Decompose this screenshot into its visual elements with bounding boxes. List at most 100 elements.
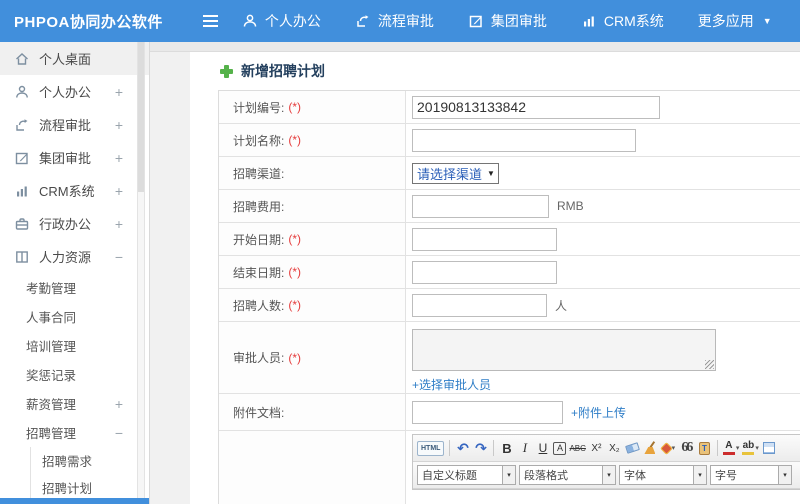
end-date-input[interactable] — [412, 260, 557, 284]
form-row-approvers: 审批人员: (*) +选择审批人员 — [219, 322, 800, 394]
collapse-minus-icon[interactable]: − — [115, 250, 123, 264]
attachment-upload-link[interactable]: +附件上传 — [571, 404, 626, 421]
nav-personal-office[interactable]: 个人办公 — [242, 11, 321, 31]
sidebar-item-label: 个人桌面 — [39, 52, 92, 67]
char-border-button[interactable]: A — [553, 441, 567, 455]
sidebar-item-hr-contract[interactable]: 人事合同 — [0, 302, 149, 331]
select-approvers-link[interactable]: +选择审批人员 — [412, 376, 491, 393]
field-label: 审批人员: — [233, 351, 285, 365]
app-logo[interactable]: PHPOA协同办公软件 — [0, 11, 177, 32]
sidebar-item-label: 人力资源 — [39, 250, 92, 265]
auto-typeset-button[interactable]: ▾ — [659, 439, 676, 458]
paste-text-button[interactable]: T — [697, 439, 712, 458]
sidebar: 个人桌面 个人办公 + 流程审批 + 集团审批 + CRM系统 + 行政办公 +… — [0, 42, 150, 504]
form-row-content-editor: HTML ↶ ↷ B I U A ABC X² X₂ ▾ 66 T A ▾ ab… — [219, 431, 800, 504]
attachment-input[interactable] — [412, 400, 563, 424]
font-color-button[interactable]: A ▾ — [722, 439, 740, 458]
book-icon — [14, 249, 30, 265]
custom-title-select[interactable]: 自定义标题 ▾ — [417, 465, 516, 485]
form-row-headcount: 招聘人数: (*) 人 — [219, 289, 800, 322]
resize-grip-icon[interactable] — [705, 360, 714, 369]
sidebar-item-recruit-plan[interactable]: 招聘计划 — [31, 474, 149, 501]
sidebar-item-admin-office[interactable]: 行政办公 + — [0, 207, 149, 240]
expand-plus-icon[interactable]: + — [115, 397, 123, 411]
sidebar-item-group-approval[interactable]: 集团审批 + — [0, 141, 149, 174]
nav-crm-system[interactable]: CRM系统 — [581, 11, 664, 31]
subscript-button[interactable]: X₂ — [607, 439, 622, 458]
main-content: 新增招聘计划 计划编号: (*) 计划名称: — [150, 42, 800, 504]
page-title: 新增招聘计划 — [220, 60, 800, 82]
expand-plus-icon[interactable]: + — [115, 151, 123, 165]
nav-label: CRM系统 — [603, 13, 664, 29]
sidebar-scrollbar[interactable] — [137, 42, 145, 504]
sidebar-item-desktop[interactable]: 个人桌面 — [0, 42, 149, 75]
blockquote-button[interactable]: 66 — [679, 439, 694, 458]
caret-down-icon: ▾ — [735, 445, 740, 452]
menu-toggle-icon[interactable] — [202, 15, 218, 27]
bold-button[interactable]: B — [499, 439, 514, 458]
start-date-input[interactable] — [412, 227, 557, 251]
form-row-attachment: 附件文档: +附件上传 — [219, 394, 800, 431]
collapse-minus-icon[interactable]: − — [115, 426, 123, 440]
required-mark: (*) — [288, 100, 302, 114]
sidebar-item-recruit-mgmt[interactable]: 招聘管理 − — [0, 418, 149, 447]
html-source-button[interactable]: HTML — [417, 440, 445, 456]
plan-name-input[interactable] — [412, 128, 636, 152]
chart-icon — [14, 183, 30, 199]
recruit-subgroup: 招聘需求 招聘计划 人才库 — [30, 447, 149, 504]
font-family-select[interactable]: 字体 ▾ — [619, 465, 707, 485]
nav-label: 集团审批 — [490, 13, 547, 29]
redo-button[interactable]: ↷ — [473, 439, 488, 458]
nav-label: 更多应用 — [697, 13, 754, 29]
required-mark: (*) — [288, 232, 302, 246]
nav-label: 个人办公 — [264, 13, 321, 29]
expand-plus-icon[interactable]: + — [115, 184, 123, 198]
nav-more-apps[interactable]: 更多应用 ▼ — [698, 11, 772, 31]
form-row-channel: 招聘渠道: 请选择渠道 ▼ — [219, 157, 800, 190]
caret-down-icon: ▾ — [693, 466, 706, 484]
remove-format-button[interactable] — [624, 439, 640, 458]
sidebar-item-personal-office[interactable]: 个人办公 + — [0, 75, 149, 108]
sidebar-item-salary[interactable]: 薪资管理 + — [0, 389, 149, 418]
required-mark: (*) — [288, 350, 302, 365]
sidebar-item-training[interactable]: 培训管理 — [0, 331, 149, 360]
expand-plus-icon[interactable]: + — [115, 217, 123, 231]
nav-group-approval[interactable]: 集团审批 — [468, 11, 547, 31]
cost-input[interactable] — [412, 194, 549, 218]
headcount-input[interactable] — [412, 293, 547, 317]
content-top-strip — [150, 42, 800, 52]
briefcase-icon — [14, 216, 30, 232]
caret-down-icon: ▼ — [487, 168, 495, 178]
underline-button[interactable]: U — [535, 439, 550, 458]
sidebar-item-hr[interactable]: 人力资源 − — [0, 240, 149, 273]
sidebar-item-attendance[interactable]: 考勤管理 — [0, 273, 149, 302]
nav-workflow-approval[interactable]: 流程审批 — [355, 11, 434, 31]
caret-down-icon: ▾ — [778, 466, 791, 484]
clipboard-icon: T — [698, 441, 710, 455]
insert-table-button[interactable] — [762, 439, 777, 458]
strikethrough-button[interactable]: ABC — [569, 439, 585, 458]
form-row-start-date: 开始日期: (*) — [219, 223, 800, 256]
color-bar-yellow — [742, 452, 755, 455]
chart-icon — [581, 13, 597, 29]
color-bar-red — [722, 452, 735, 455]
clear-doc-button[interactable] — [643, 439, 658, 458]
approvers-textarea[interactable] — [412, 329, 716, 371]
italic-button[interactable]: I — [517, 439, 532, 458]
font-size-select[interactable]: 字号 ▾ — [710, 465, 792, 485]
undo-button[interactable]: ↶ — [455, 439, 470, 458]
sidebar-item-reward-record[interactable]: 奖惩记录 — [0, 360, 149, 389]
expand-plus-icon[interactable]: + — [115, 118, 123, 132]
editor-toolbar-row1: HTML ↶ ↷ B I U A ABC X² X₂ ▾ 66 T A ▾ ab… — [413, 435, 800, 462]
sidebar-item-workflow-approval[interactable]: 流程审批 + — [0, 108, 149, 141]
channel-select[interactable]: 请选择渠道 ▼ — [412, 162, 499, 184]
sidebar-item-crm-system[interactable]: CRM系统 + — [0, 174, 149, 207]
plan-number-input[interactable] — [412, 95, 660, 119]
paragraph-format-select[interactable]: 段落格式 ▾ — [519, 465, 616, 485]
superscript-button[interactable]: X² — [589, 439, 604, 458]
content-panel: 新增招聘计划 计划编号: (*) 计划名称: — [190, 52, 800, 504]
sidebar-item-recruit-demand[interactable]: 招聘需求 — [31, 447, 149, 474]
field-label: 招聘人数: — [233, 298, 285, 313]
highlight-color-button[interactable]: ab ▾ — [742, 439, 759, 458]
expand-plus-icon[interactable]: + — [115, 85, 123, 99]
